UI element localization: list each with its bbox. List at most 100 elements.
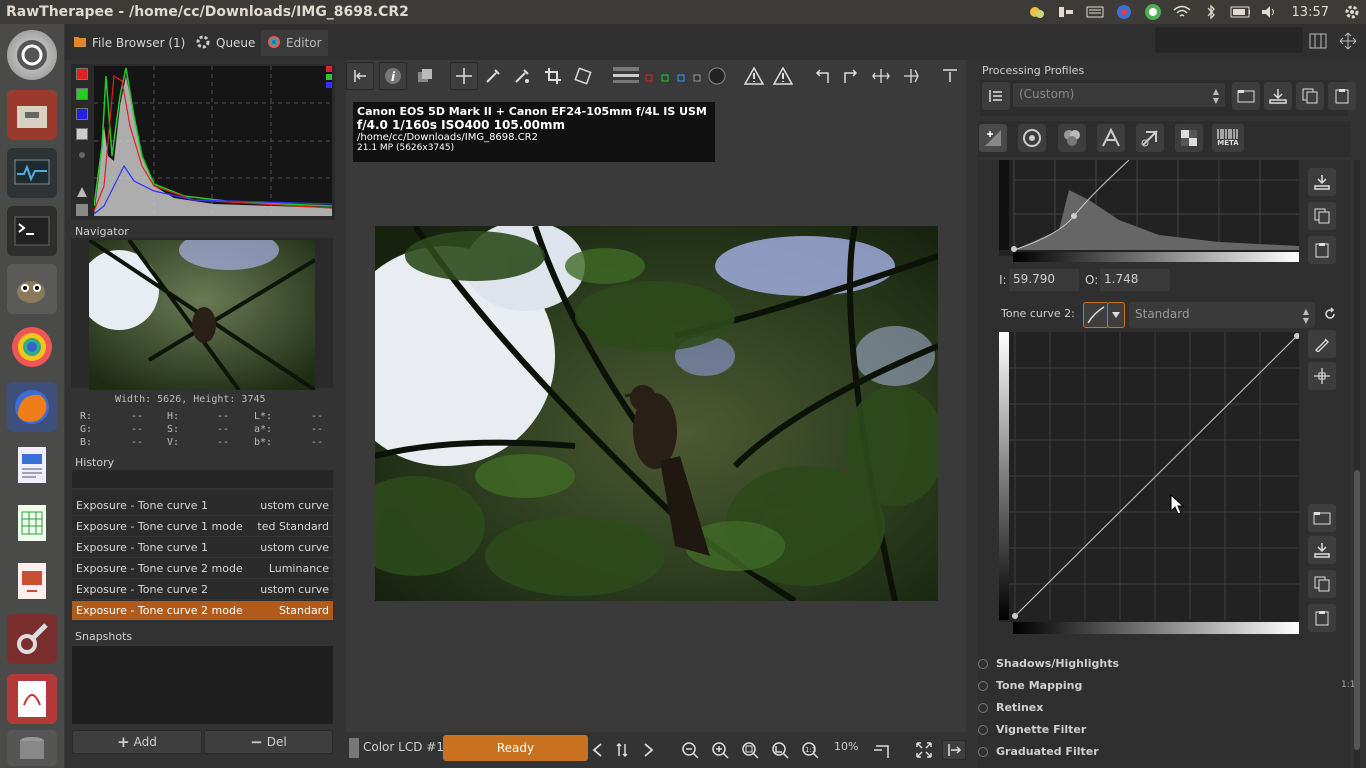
flip-vertical-icon[interactable] [897,62,925,90]
curve1-paste-icon[interactable] [1308,236,1336,264]
battery-icon[interactable] [1230,4,1250,20]
delete-snapshot-button[interactable]: − Del [204,730,333,754]
curve2-open-icon[interactable] [1308,504,1336,532]
curve2-copy-icon[interactable] [1308,570,1336,598]
tab-file-browser[interactable]: File Browser (1) [67,30,191,56]
section-toggle-icon[interactable] [978,658,988,669]
luminance-toggle[interactable] [76,128,88,140]
rotate-left-icon[interactable] [808,62,836,90]
rawtherapee-icon[interactable] [7,322,57,372]
files-icon[interactable] [7,90,57,140]
history-row[interactable]: Exposure - Tone curve 2 ustom curve [72,580,333,600]
input-value-field[interactable]: 59.790 [1009,269,1079,291]
output-value-field[interactable]: 1.748 [1100,269,1170,291]
add-snapshot-button[interactable]: + Add [72,730,202,754]
section-toggle-icon[interactable] [978,680,988,691]
volume-icon[interactable] [1259,4,1279,20]
firefox-icon[interactable] [7,382,57,432]
curve2-save-icon[interactable] [1308,536,1336,564]
navigator-preview[interactable] [71,238,333,390]
color-profile-label[interactable]: Color LCD #1 [363,740,444,754]
tone-curve-2-graph[interactable] [999,332,1299,622]
color-picker-icon[interactable] [508,62,536,90]
hide-left-panel-icon[interactable] [346,62,374,90]
curve2-paste-icon[interactable] [1308,604,1336,632]
weather-icon[interactable] [1027,4,1047,20]
system-monitor-icon[interactable] [7,148,57,198]
chat-icon[interactable] [1114,4,1134,20]
raw-toggle[interactable] [78,170,86,178]
tab-queue[interactable]: Queue [189,30,261,56]
profile-select[interactable]: (Custom) ▲ ▼ [1012,82,1226,108]
panels-icon[interactable] [1307,30,1329,52]
navigator-thumbnail[interactable] [89,240,315,390]
bluetooth-icon[interactable] [1201,4,1221,20]
settings-icon[interactable] [7,614,57,664]
tone-curve-1-graph[interactable] [999,160,1299,256]
zoom-out-icon[interactable] [678,740,702,760]
search-area[interactable] [1155,27,1303,53]
document-viewer-icon[interactable] [7,674,57,724]
curve-mode-select[interactable]: Standard ▲ ▼ [1129,302,1315,328]
wavelet-tab-icon[interactable] [1097,124,1125,152]
impress-icon[interactable] [7,556,57,606]
straighten-icon[interactable] [569,62,597,90]
main-image[interactable] [375,226,938,601]
profile-list-icon[interactable] [982,82,1010,110]
copy-profile-icon[interactable] [1296,82,1324,110]
fullscreen-icon[interactable] [1337,30,1359,52]
zoom-in-icon[interactable] [708,740,732,760]
save-profile-icon[interactable] [1264,82,1292,110]
focus-mask-icon[interactable] [608,62,644,90]
wifi-icon[interactable] [1172,4,1192,20]
pencil-icon[interactable] [1308,330,1336,358]
gear-icon[interactable] [1342,4,1362,20]
new-detail-window-icon[interactable] [870,740,894,760]
hide-top-panel-icon[interactable] [936,62,964,90]
metadata-tab-icon[interactable]: META [1212,124,1244,152]
load-profile-icon[interactable] [1232,82,1260,110]
next-image-icon[interactable] [636,740,660,760]
chroma-toggle[interactable] [79,152,85,158]
ubuntu-dash-icon[interactable] [7,30,57,80]
curve1-save-icon[interactable] [1308,168,1336,196]
blue-channel-toggle[interactable] [76,108,88,120]
sync-image-icon[interactable] [610,740,634,760]
flip-horizontal-icon[interactable] [867,62,895,90]
tone-mapping-section[interactable]: Tone Mapping [978,679,1082,692]
red-channel-toggle[interactable] [76,68,88,80]
tool-panel-scrollbar[interactable] [1354,160,1360,768]
sync-icon[interactable] [1143,4,1163,20]
info-icon[interactable]: i [379,62,407,90]
shadows-highlights-section[interactable]: Shadows/Highlights [978,657,1119,670]
detail-tab-icon[interactable] [1018,124,1046,152]
bar-toggle-icon[interactable] [76,186,88,198]
edit-points-icon[interactable] [1308,362,1336,390]
zoom-100-icon[interactable]: 1:1 [798,740,822,760]
gimp-icon[interactable] [7,264,57,314]
rotate-right-icon[interactable] [837,62,865,90]
green-channel-toggle[interactable] [76,88,88,100]
history-row[interactable]: Exposure - Tone curve 1 ustom curve [72,538,333,558]
paste-profile-icon[interactable] [1328,82,1356,110]
scrollbar-thumb[interactable] [1354,470,1360,750]
zoom-fit-crop-icon[interactable] [768,740,792,760]
graduated-filter-section[interactable]: Graduated Filter [978,745,1099,758]
clock[interactable]: 13:57 [1288,5,1333,20]
history-row-selected[interactable]: Exposure - Tone curve 2 mode Standard [72,601,333,621]
raw-tab-icon[interactable] [1175,124,1203,152]
focus-circle-icon[interactable] [703,62,731,90]
section-toggle-icon[interactable] [978,746,988,757]
color-tab-icon[interactable] [1058,124,1086,152]
retinex-section[interactable]: Retinex [978,701,1043,714]
terminal-icon[interactable] [7,206,57,256]
before-after-icon[interactable] [411,62,439,90]
highlight-clipping-icon[interactable] [740,62,768,90]
history-row[interactable]: Exposure - Tone curve 1 mode ted Standard [72,517,333,537]
prev-image-icon[interactable] [586,740,610,760]
shadow-clipping-icon[interactable] [769,62,797,90]
expand-icon[interactable] [912,740,936,760]
history-row[interactable]: Exposure - Tone curve 2 mode Luminance [72,559,333,579]
curve-type-dropdown[interactable] [1107,302,1125,328]
hide-right-panel-icon[interactable] [942,740,966,760]
